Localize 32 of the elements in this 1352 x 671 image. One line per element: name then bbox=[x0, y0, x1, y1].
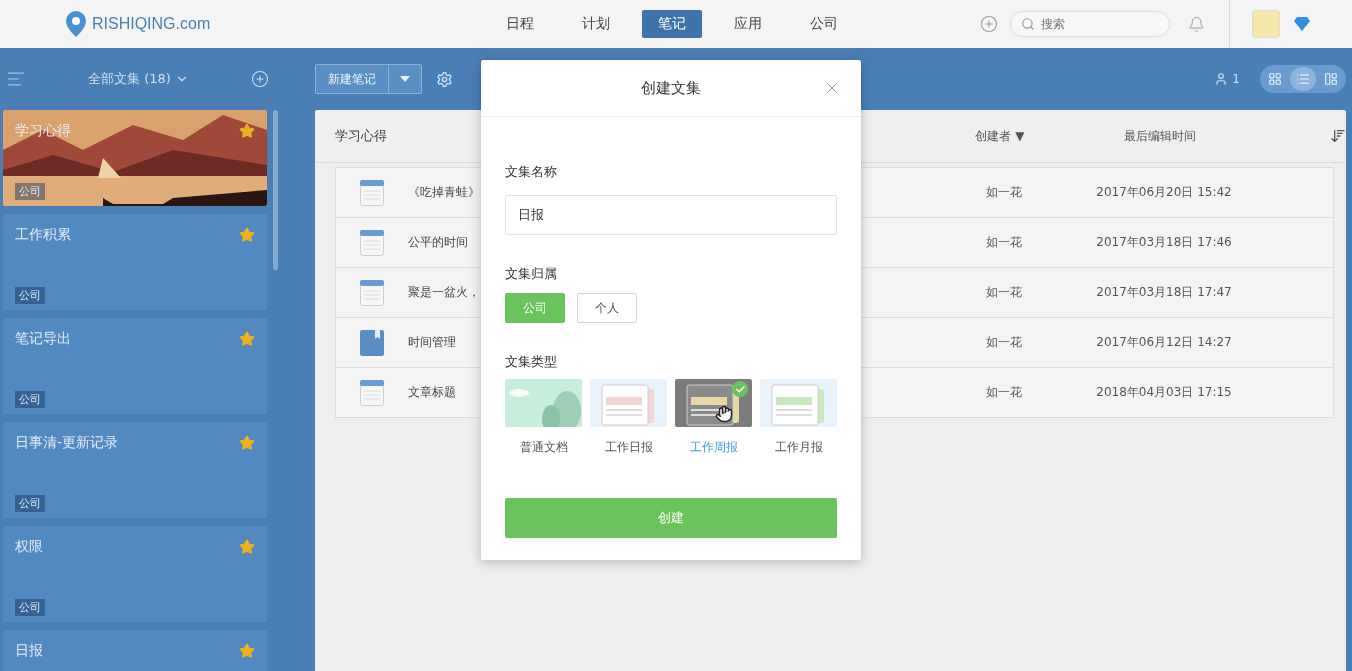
note-title: 文章标题 bbox=[408, 384, 457, 401]
field-label: 文集名称 bbox=[505, 163, 558, 181]
collection-name: 工作积累 bbox=[15, 226, 71, 244]
logo-text: RISHIQING.com bbox=[92, 15, 211, 33]
collection-name: 笔记导出 bbox=[15, 330, 71, 348]
collection-name: 权限 bbox=[15, 538, 43, 556]
edited-time-cell-text: 2017年03月18日 17:47 bbox=[1095, 284, 1233, 301]
note-title: 聚是一盆火， bbox=[408, 284, 478, 301]
collection-name: 学习心得 bbox=[15, 122, 71, 140]
edited-time-cell-text: 2018年04月03日 17:15 bbox=[1095, 384, 1233, 401]
note-title: 时间管理 bbox=[408, 334, 457, 351]
creator-cell-text: 如一花 bbox=[985, 234, 1023, 251]
collection-title: 学习心得 bbox=[335, 127, 388, 145]
collection-name: 日报 bbox=[15, 642, 43, 660]
collection-name: 日事清-更新记录 bbox=[15, 434, 119, 452]
note-title: 公平的时间 bbox=[408, 234, 469, 251]
collection-tag: 公司 bbox=[15, 391, 45, 408]
collection-tag: 公司 bbox=[15, 599, 45, 616]
edited-time-cell-text: 2017年03月18日 17:46 bbox=[1095, 234, 1233, 251]
field-label: 文集归属 bbox=[505, 265, 558, 283]
creator-cell-text: 如一花 bbox=[985, 334, 1023, 351]
creator-cell-text: 如一花 bbox=[985, 284, 1023, 301]
edited-time-cell-text: 2017年06月12日 14:27 bbox=[1095, 334, 1233, 351]
collection-tag: 公司 bbox=[15, 495, 45, 512]
edited-time-cell-text: 2017年06月20日 15:42 bbox=[1095, 184, 1233, 201]
creator-cell-text: 如一花 bbox=[985, 184, 1023, 201]
dialog-title: 创建文集 bbox=[641, 78, 701, 98]
collection-tag: 公司 bbox=[15, 183, 45, 200]
creator-cell-text: 如一花 bbox=[985, 384, 1023, 401]
collection-tag: 公司 bbox=[15, 287, 45, 304]
note-title: 《吃掉青蛙》 bbox=[408, 184, 478, 201]
field-label: 文集类型 bbox=[505, 353, 558, 371]
